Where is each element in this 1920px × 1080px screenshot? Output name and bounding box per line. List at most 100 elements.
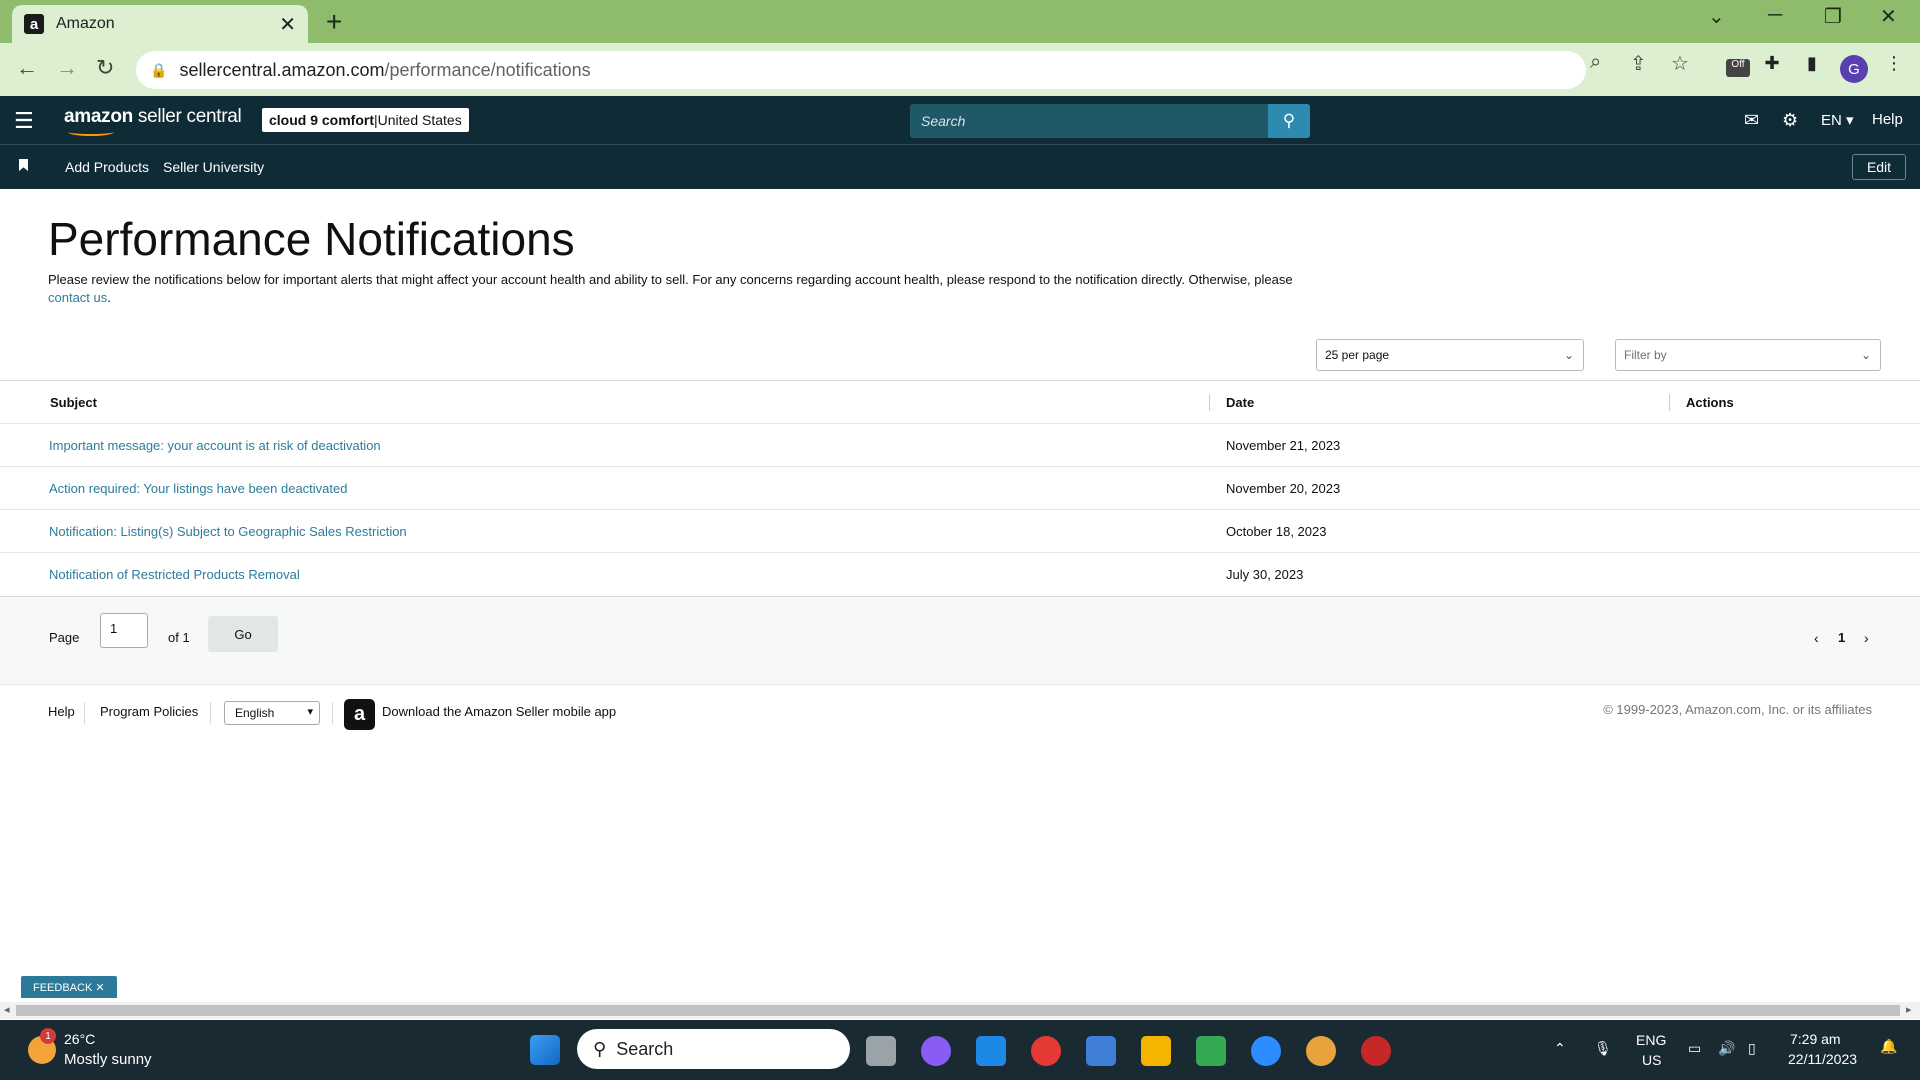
edit-button[interactable]: Edit [1852, 154, 1906, 180]
program-policies-link[interactable]: Program Policies [100, 704, 198, 719]
browser-tab-strip: a Amazon ✕ + ⌄ ─ ❐ ✕ [0, 0, 1920, 43]
extensions-puzzle-icon[interactable]: ✚ [1760, 53, 1784, 77]
filter-select[interactable]: Filter by ⌄ [1615, 339, 1881, 371]
amazon-app-icon[interactable]: a [344, 699, 375, 730]
close-window-icon[interactable]: ✕ [1880, 4, 1897, 29]
table-row: Action required: Your listings have been… [0, 467, 1920, 510]
menu-kebab-icon[interactable]: ⋮ [1882, 53, 1906, 77]
search-input[interactable]: Search [910, 104, 1310, 138]
file-explorer-icon[interactable] [1141, 1036, 1171, 1066]
footer-divider [84, 702, 85, 724]
chrome-canary-icon[interactable] [1306, 1036, 1336, 1066]
weather-condition[interactable]: Mostly sunny [64, 1051, 152, 1068]
scroll-right-icon[interactable]: ▸ [1906, 1003, 1912, 1016]
intro-text: Please review the notifications below fo… [48, 272, 1293, 305]
previous-page-icon[interactable]: ‹ [1814, 630, 1819, 646]
column-date[interactable]: Date [1226, 381, 1254, 424]
next-page-icon[interactable]: › [1864, 630, 1869, 646]
minimize-icon[interactable]: ─ [1768, 4, 1782, 27]
taskbar-search[interactable]: ⚲ Search [577, 1029, 850, 1069]
hidden-icons-chevron-icon[interactable]: ⌃ [1554, 1040, 1566, 1057]
language-top[interactable]: ENG [1636, 1032, 1666, 1048]
restore-icon[interactable]: ❐ [1824, 4, 1842, 29]
task-view-icon[interactable] [866, 1036, 896, 1066]
mail-icon[interactable]: ✉ [1744, 110, 1759, 131]
forward-icon[interactable]: → [56, 55, 78, 81]
microphone-icon[interactable]: 🎙 [1594, 1040, 1612, 1057]
store-switcher[interactable]: cloud 9 comfort | United States [262, 108, 469, 132]
table-row: Important message: your account is at ri… [0, 424, 1920, 467]
tab-title: Amazon [56, 15, 115, 32]
extension-off-icon[interactable]: Off [1726, 59, 1750, 77]
reload-icon[interactable]: ↻ [96, 55, 114, 81]
bookmark-icon[interactable] [19, 159, 28, 171]
horizontal-scrollbar[interactable]: ◂ ▸ [0, 1002, 1920, 1019]
nav-seller-university[interactable]: Seller University [163, 159, 264, 175]
page-title: Performance Notifications [48, 213, 575, 265]
address-bar[interactable]: 🔒 sellercentral.amazon.com/performance/n… [136, 51, 1586, 89]
bookmark-star-icon[interactable]: ☆ [1671, 51, 1689, 76]
contact-us-link[interactable]: contact us [48, 290, 107, 305]
language-bottom[interactable]: US [1642, 1052, 1661, 1068]
notification-subject-link[interactable]: Action required: Your listings have been… [49, 467, 347, 510]
go-button[interactable]: Go [208, 616, 278, 652]
weather-temperature[interactable]: 26°C [64, 1031, 95, 1047]
zoom-icon[interactable] [1251, 1036, 1281, 1066]
help-link[interactable]: Help [1872, 111, 1903, 128]
column-actions: Actions [1686, 395, 1734, 410]
browser-toolbar: ← → ↻ 🔒 sellercentral.amazon.com/perform… [0, 43, 1920, 96]
feedback-button[interactable]: FEEDBACK ✕ [21, 976, 117, 998]
google-meet-icon[interactable] [1196, 1036, 1226, 1066]
seller-central-logo[interactable]: amazon seller central [64, 106, 242, 136]
chrome-profile-icon[interactable] [1361, 1036, 1391, 1066]
notification-subject-link[interactable]: Notification: Listing(s) Subject to Geog… [49, 510, 407, 553]
footer: Help Program Policies English ▾ a Downloa… [0, 694, 1920, 734]
nav-add-products[interactable]: Add Products [65, 159, 149, 175]
hamburger-menu-icon[interactable]: ☰ [14, 108, 34, 134]
footer-divider [332, 702, 333, 724]
new-tab-icon[interactable]: + [326, 6, 342, 38]
windows-start-icon[interactable] [530, 1035, 560, 1065]
search-button[interactable]: ⚲ [1268, 104, 1310, 138]
battery-icon[interactable]: ▯ [1748, 1040, 1756, 1057]
notification-subject-link[interactable]: Notification of Restricted Products Remo… [49, 553, 300, 596]
volume-icon[interactable]: 🔊 [1718, 1040, 1735, 1057]
table-row: Notification: Listing(s) Subject to Geog… [0, 510, 1920, 553]
column-subject[interactable]: Subject [50, 381, 97, 424]
browser-tab[interactable]: a Amazon ✕ [12, 5, 308, 43]
download-app-link[interactable]: Download the Amazon Seller mobile app [382, 704, 616, 719]
settings-gear-icon[interactable]: ⚙ [1782, 110, 1798, 131]
per-page-select[interactable]: 25 per page ⌄ [1316, 339, 1584, 371]
tab-search-icon[interactable]: ⌄ [1708, 4, 1725, 29]
page-number-input[interactable]: 1 [100, 613, 148, 648]
profile-avatar[interactable]: G [1840, 55, 1868, 83]
chevron-down-icon: ⌄ [1563, 348, 1574, 362]
side-panel-icon[interactable]: ▮ [1800, 53, 1824, 77]
pagination-bar: Page 1 of 1 Go ‹ 1 › [0, 597, 1920, 685]
close-tab-icon[interactable]: ✕ [279, 12, 296, 37]
network-icon[interactable]: ▭ [1688, 1040, 1701, 1057]
footer-help-link[interactable]: Help [48, 704, 75, 719]
language-selector[interactable]: EN ▾ [1821, 111, 1854, 129]
url-text: sellercentral.amazon.com/performance/not… [179, 59, 591, 80]
chrome-icon[interactable] [1031, 1036, 1061, 1066]
amazon-smile-icon [68, 128, 114, 136]
mail-app-icon[interactable] [976, 1036, 1006, 1066]
current-page-number[interactable]: 1 [1838, 630, 1845, 645]
clock-date[interactable]: 22/11/2023 [1788, 1051, 1857, 1067]
clock-time[interactable]: 7:29 am [1790, 1031, 1841, 1047]
notification-bell-icon[interactable]: 🔔 [1880, 1038, 1897, 1055]
back-icon[interactable]: ← [16, 55, 38, 81]
share-icon[interactable]: ⇪ [1630, 51, 1647, 76]
footer-language-select[interactable]: English ▾ [224, 701, 320, 725]
bookmark-bar: Add Products Seller University Edit [0, 145, 1920, 189]
zoom-icon[interactable]: ⌕ [1590, 51, 1601, 74]
scroll-left-icon[interactable]: ◂ [4, 1003, 10, 1016]
notification-date: October 18, 2023 [1226, 524, 1327, 539]
footer-divider [210, 702, 211, 724]
lock-icon: 🔒 [150, 61, 168, 78]
scrollbar-thumb[interactable] [16, 1005, 1900, 1016]
notepad-icon[interactable] [1086, 1036, 1116, 1066]
notification-subject-link[interactable]: Important message: your account is at ri… [49, 424, 381, 467]
messenger-icon[interactable] [921, 1036, 951, 1066]
